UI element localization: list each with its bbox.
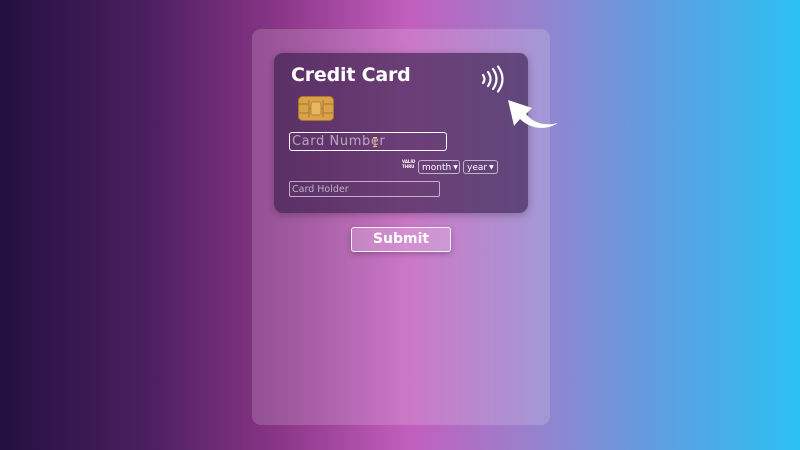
chip-icon <box>298 96 334 121</box>
month-select-value: month <box>422 163 452 173</box>
submit-button[interactable]: Submit <box>351 227 451 252</box>
valid-thru-label: VALID THRU <box>402 159 415 169</box>
card-title: Credit Card <box>291 64 411 86</box>
card-number-input[interactable] <box>289 132 447 151</box>
chevron-down-icon: ▼ <box>453 164 458 171</box>
year-select[interactable]: year ▼ <box>463 160 498 174</box>
card-holder-input[interactable] <box>289 181 440 197</box>
month-select[interactable]: month ▼ <box>418 160 460 174</box>
thru-label: THRU <box>402 164 415 169</box>
curved-arrow-icon <box>508 100 558 128</box>
credit-card: Credit Card VALID THRU month▼ year▼ <box>274 53 528 213</box>
text-cursor-icon <box>373 137 377 147</box>
contactless-icon <box>481 65 504 93</box>
chevron-down-icon: ▼ <box>489 164 494 171</box>
year-select-value: year <box>467 163 488 173</box>
